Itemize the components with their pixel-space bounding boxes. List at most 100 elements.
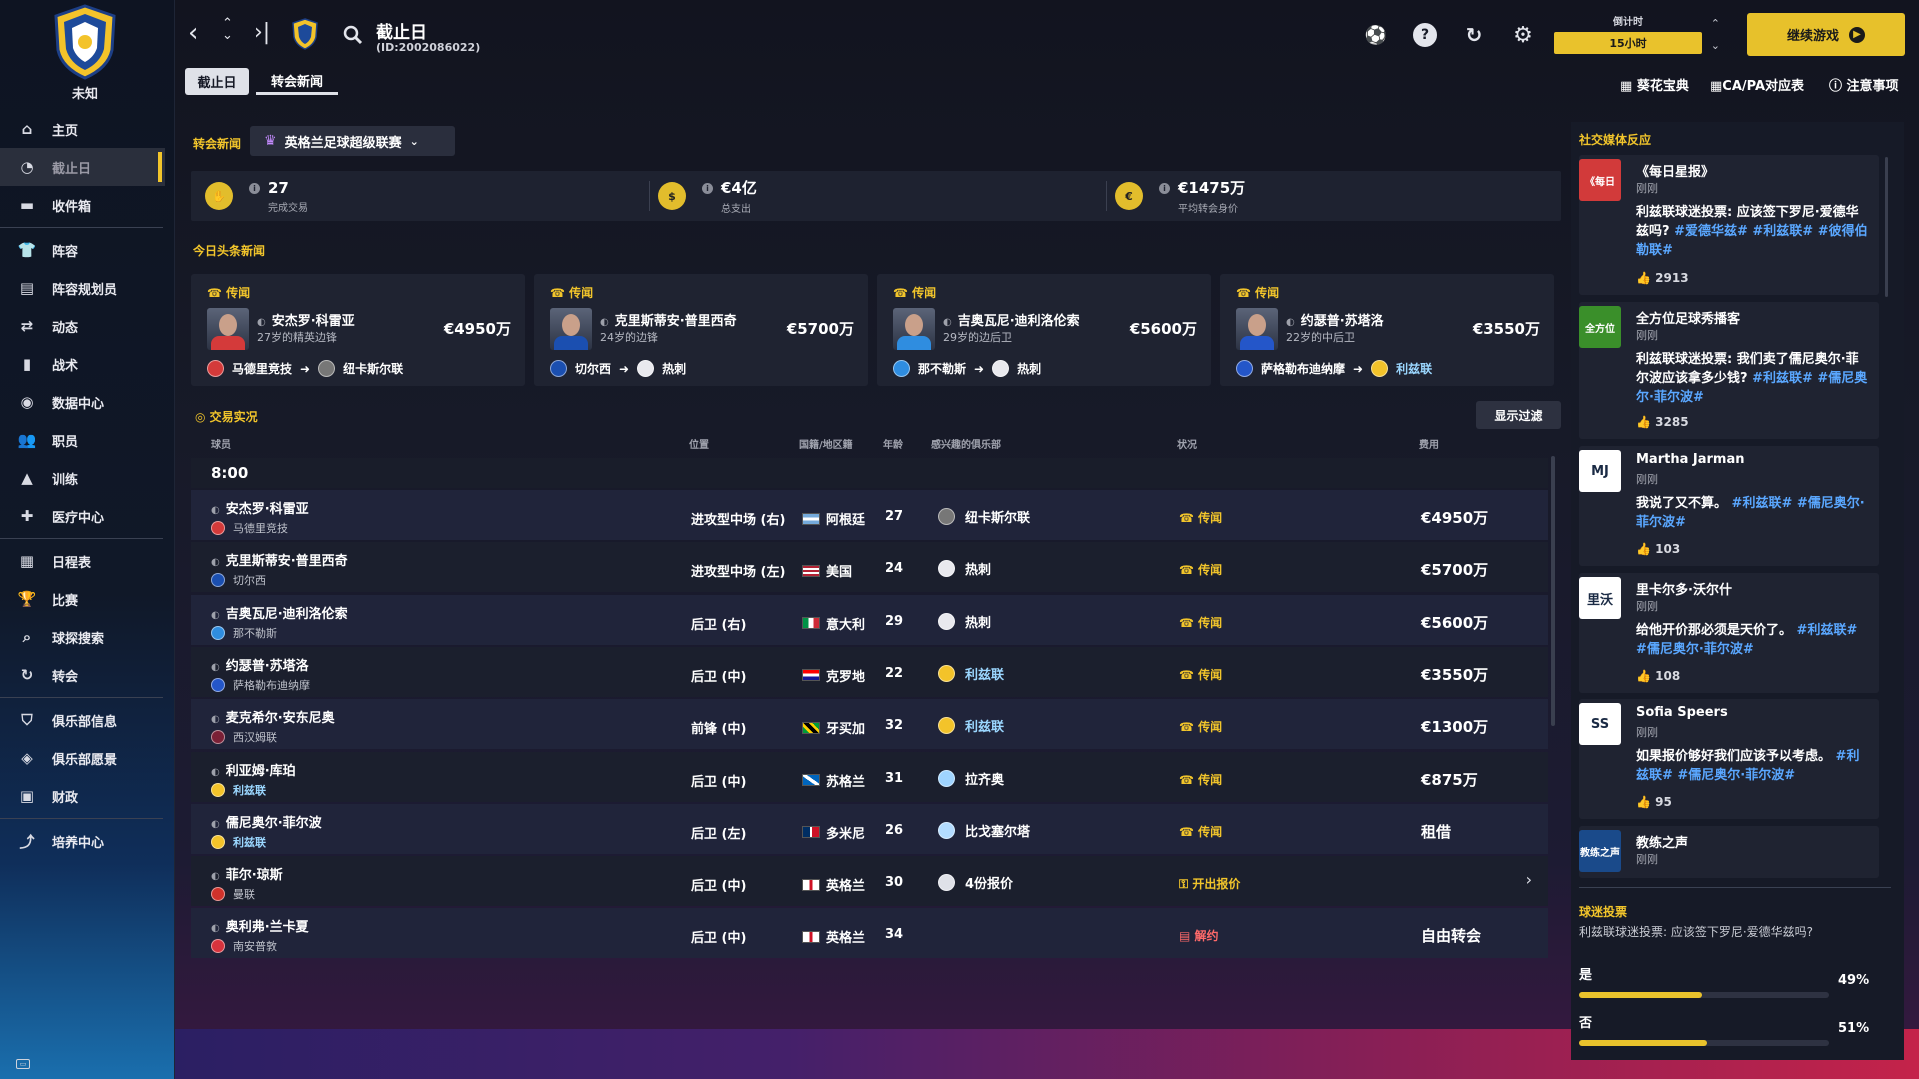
poll-option-label[interactable]: 是 [1579,964,1592,983]
post-source[interactable]: 《每日星报》 [1636,161,1714,180]
help-icon[interactable]: ? [1413,23,1437,47]
gear-icon[interactable]: ⚙ [1511,23,1535,48]
sidebar-item-2[interactable]: ▬ 收件箱 [0,186,165,224]
forward-arrow-icon[interactable]: ›| [254,22,270,44]
nationality[interactable]: 多米尼 [802,823,865,842]
post-likes[interactable]: 👍 95 [1636,795,1672,809]
post-source[interactable]: Martha Jarman [1636,452,1744,467]
interested-club[interactable]: 热刺 [938,612,991,631]
interested-club[interactable]: 比戈塞尔塔 [938,821,1030,840]
poll-option-bar[interactable] [1579,1040,1829,1046]
club-badge-icon[interactable] [992,360,1010,377]
post-source[interactable]: Sofia Speers [1636,705,1728,720]
sidebar-item-12[interactable]: 🏆 比赛 [0,580,165,618]
sidebar-item-0[interactable]: ⌂ 主页 [0,110,165,148]
col-player[interactable]: 球员 [211,436,231,451]
table-row[interactable]: ◐ 利亚姆·库珀 利兹联 后卫 (中) 苏格兰 31 拉齐奥 ☎ 传闻 €875万 [191,751,1548,802]
nationality[interactable]: 阿根廷 [802,509,865,528]
link-notes[interactable]: ⓘ 注意事项 [1829,75,1899,94]
table-row[interactable]: ◐ 儒尼奥尔·菲尔波 利兹联 后卫 (左) 多米尼 26 比戈塞尔塔 ☎ 传闻 租借 [191,803,1548,854]
avatar[interactable]: 全方位 [1579,306,1621,348]
player-club[interactable]: 曼联 [211,886,255,902]
club-badge-icon[interactable] [207,360,224,377]
info-icon[interactable]: i [702,183,713,194]
ball-icon[interactable]: ⚽ [1364,23,1388,47]
interested-club[interactable]: 利兹联 [938,716,1004,735]
table-row[interactable]: ◐ 克里斯蒂安·普里西奇 切尔西 进攻型中场 (左) 美国 24 热刺 ☎ 传闻 €5700万 [191,542,1548,593]
poll-option-bar[interactable] [1579,992,1829,998]
avatar[interactable]: 《每日 [1579,159,1621,201]
player-name[interactable]: ◐ 儒尼奥尔·菲尔波 [211,812,322,831]
sidebar-item-6[interactable]: ▮ 战术 [0,345,165,383]
club-badge-icon[interactable] [318,360,336,377]
col-nationality[interactable]: 国籍/地区籍 [799,436,853,451]
player-name[interactable]: ◐ 菲尔·琼斯 [211,864,283,883]
headline-player-name[interactable]: ◐ 约瑟普·苏塔洛 [1286,310,1384,329]
player-club[interactable]: 利兹联 [211,782,266,798]
sidebar-item-8[interactable]: 👥 职员 [0,421,165,459]
player-club[interactable]: 那不勒斯 [211,625,277,641]
club-shield-icon[interactable] [292,18,318,50]
col-position[interactable]: 位置 [689,436,709,451]
to-club[interactable]: 热刺 [1017,360,1041,377]
countdown[interactable]: 倒计时 15小时 ⌃ ⌄ [1554,13,1720,54]
player-name[interactable]: ◐ 克里斯蒂安·普里西奇 [211,550,348,569]
player-name[interactable]: ◐ 利亚姆·库珀 [211,760,296,779]
to-club[interactable]: 热刺 [662,360,686,377]
player-photo[interactable] [893,308,935,350]
countdown-stepper-icon[interactable]: ⌃ ⌄ [1711,13,1720,57]
club-badge-icon[interactable] [893,360,910,377]
avatar[interactable]: 教练之声 [1579,830,1621,872]
avatar[interactable]: SS [1579,703,1621,745]
col-status[interactable]: 状况 [1177,436,1197,451]
headline-card[interactable]: ☎ 传闻 ◐ 约瑟普·苏塔洛 22岁的中后卫 €3550万 萨格勒布迪纳摩 ➜ 利兹联 [1220,274,1554,386]
info-icon[interactable]: i [249,182,260,194]
social-post[interactable]: SS Sofia Speers 刚刚 如果报价够好我们应该予以考虑。 #利兹联# #儒… [1579,699,1879,819]
player-name[interactable]: ◐ 约瑟普·苏塔洛 [211,655,309,674]
link-cheatbook[interactable]: ▦ 葵花宝典 [1620,75,1689,94]
player-club[interactable]: 萨格勒布迪纳摩 [211,677,310,693]
to-club[interactable]: 纽卡斯尔联 [343,360,403,377]
club-badge-icon[interactable] [637,360,655,377]
from-club[interactable]: 马德里竞技 [232,360,292,377]
keyboard-icon[interactable]: ▭ [16,1059,30,1069]
sidebar-item-10[interactable]: ✚ 医疗中心 [0,497,165,535]
club-badge-icon[interactable] [550,360,567,377]
player-club[interactable]: 利兹联 [211,834,266,850]
headline-player-name[interactable]: ◐ 克里斯蒂安·普里西奇 [600,310,737,329]
countdown-value[interactable]: 15小时 [1554,32,1702,54]
nationality[interactable]: 英格兰 [802,927,865,946]
from-club[interactable]: 萨格勒布迪纳摩 [1261,360,1345,377]
from-club[interactable]: 那不勒斯 [918,360,966,377]
tab-deadline-day[interactable]: 截止日 [185,68,249,95]
nationality[interactable]: 克罗地 [802,666,865,685]
sidebar-item-18[interactable]: ⤴ 培养中心 [0,822,165,860]
social-post[interactable]: MJ Martha Jarman 刚刚 我说了又不算。 #利兹联# #儒尼奥尔·菲尔波… [1579,446,1879,566]
headline-player-name[interactable]: ◐ 安杰罗·科雷亚 [257,310,355,329]
headline-player-name[interactable]: ◐ 吉奥瓦尼·迪利洛伦索 [943,310,1080,329]
club-crest-icon[interactable] [52,4,118,80]
player-club[interactable]: 切尔西 [211,572,266,588]
sidebar-item-3[interactable]: 👕 阵容 [0,231,165,269]
nationality[interactable]: 美国 [802,561,852,580]
post-likes[interactable]: 👍 2913 [1636,271,1689,285]
sidebar-item-14[interactable]: ↻ 转会 [0,656,165,694]
to-club[interactable]: 利兹联 [1396,360,1432,377]
nationality[interactable]: 牙买加 [802,718,865,737]
social-scrollbar[interactable] [1885,157,1888,297]
player-club[interactable]: 马德里竞技 [211,520,288,536]
from-club[interactable]: 切尔西 [575,360,611,377]
chevron-right-icon[interactable]: › [1526,870,1532,889]
nationality[interactable]: 英格兰 [802,875,865,894]
player-photo[interactable] [207,308,249,350]
sidebar-item-13[interactable]: ⌕ 球探搜索 [0,618,165,656]
headline-card[interactable]: ☎ 传闻 ◐ 安杰罗·科雷亚 27岁的精英边锋 €4950万 马德里竞技 ➜ 纽卡斯尔联 [191,274,525,386]
search-icon[interactable] [343,25,363,45]
table-row[interactable]: ◐ 吉奥瓦尼·迪利洛伦索 那不勒斯 后卫 (右) 意大利 29 热刺 ☎ 传闻 €5600万 [191,594,1548,645]
social-post[interactable]: 全方位 全方位足球秀播客 刚刚 利兹联球迷投票: 我们卖了儒尼奥尔·菲尔波应该拿多少钱… [1579,302,1879,439]
avatar[interactable]: MJ [1579,450,1621,492]
player-club[interactable]: 南安普敦 [211,938,277,954]
interested-club[interactable]: 4份报价 [938,873,1013,892]
filter-button[interactable]: 显示过滤 [1476,401,1561,429]
link-capa-table[interactable]: ▦CA/PA对应表 [1710,75,1804,94]
